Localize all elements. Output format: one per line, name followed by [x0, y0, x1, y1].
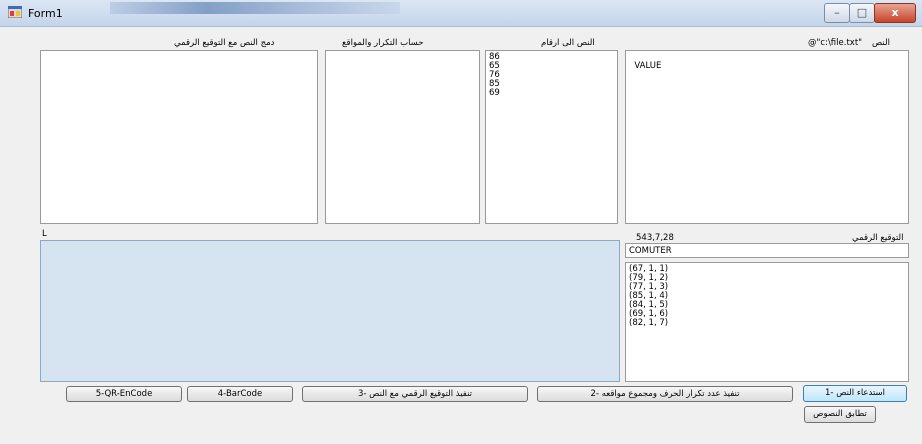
- close-button[interactable]: x: [874, 3, 916, 23]
- number-row: 69: [489, 88, 500, 98]
- count-letters-button[interactable]: تنفيذ عدد تكرار الحرف ومجموع مواقعه -2: [537, 386, 793, 402]
- signature-value-label: 543,7,28: [636, 233, 674, 243]
- source-text-textbox[interactable]: VALUE: [625, 50, 909, 224]
- tuple-row[interactable]: (85, 1, 4): [629, 292, 905, 301]
- tuple-row[interactable]: (79, 1, 2): [629, 274, 905, 283]
- number-row: 86: [489, 52, 500, 62]
- merge-signature-textbox[interactable]: [40, 50, 318, 224]
- file-path-label: @"c:\file.txt": [808, 38, 863, 48]
- tuple-row[interactable]: (67, 1, 1): [629, 265, 905, 274]
- count-positions-label: حساب التكرار والمواقع: [342, 38, 424, 48]
- number-row: 65: [489, 61, 500, 71]
- count-positions-textbox[interactable]: [325, 50, 480, 224]
- form-icon: [8, 6, 22, 18]
- title-bar-blur: [110, 2, 400, 14]
- barcode-button[interactable]: 4-BarCode: [187, 386, 293, 402]
- source-text-value: VALUE: [634, 61, 662, 71]
- numbers-textbox[interactable]: 86 65 76 85 69: [485, 50, 618, 224]
- maximize-button[interactable]: □: [849, 3, 875, 23]
- tuples-listbox[interactable]: (67, 1, 1) (79, 1, 2) (77, 1, 3) (85, 1, 4)…: [625, 262, 909, 382]
- qr-encode-button[interactable]: 5-QR-EnCode: [66, 386, 182, 402]
- title-bar: Form1 – □ x: [0, 0, 922, 27]
- output-panel[interactable]: [40, 240, 620, 382]
- digital-signature-button[interactable]: تنفيذ التوقيع الرقمي مع النص -3: [302, 386, 528, 402]
- number-row: 85: [489, 79, 500, 89]
- tuple-row[interactable]: (82, 1, 7): [629, 319, 905, 328]
- merge-signature-label: دمج النص مع التوقيع الرقمي: [174, 38, 275, 48]
- tuple-row[interactable]: (84, 1, 5): [629, 301, 905, 310]
- number-row: 76: [489, 70, 500, 80]
- text-to-numbers-label: النص الى ارقام: [541, 38, 595, 48]
- word-input[interactable]: COMUTER: [625, 243, 909, 258]
- l-label: L: [42, 229, 47, 239]
- digital-signature-label: التوقيع الرقمي: [852, 233, 904, 243]
- word-input-value: COMUTER: [629, 246, 672, 256]
- minimize-button[interactable]: –: [824, 3, 850, 23]
- window-title: Form1: [28, 7, 63, 20]
- match-texts-button[interactable]: تطابق النصوص: [804, 406, 876, 423]
- tuple-row[interactable]: (69, 1, 6): [629, 310, 905, 319]
- text-label: النص: [872, 38, 890, 48]
- tuple-row[interactable]: (77, 1, 3): [629, 283, 905, 292]
- load-text-button[interactable]: استدعاء النص -1: [803, 385, 907, 402]
